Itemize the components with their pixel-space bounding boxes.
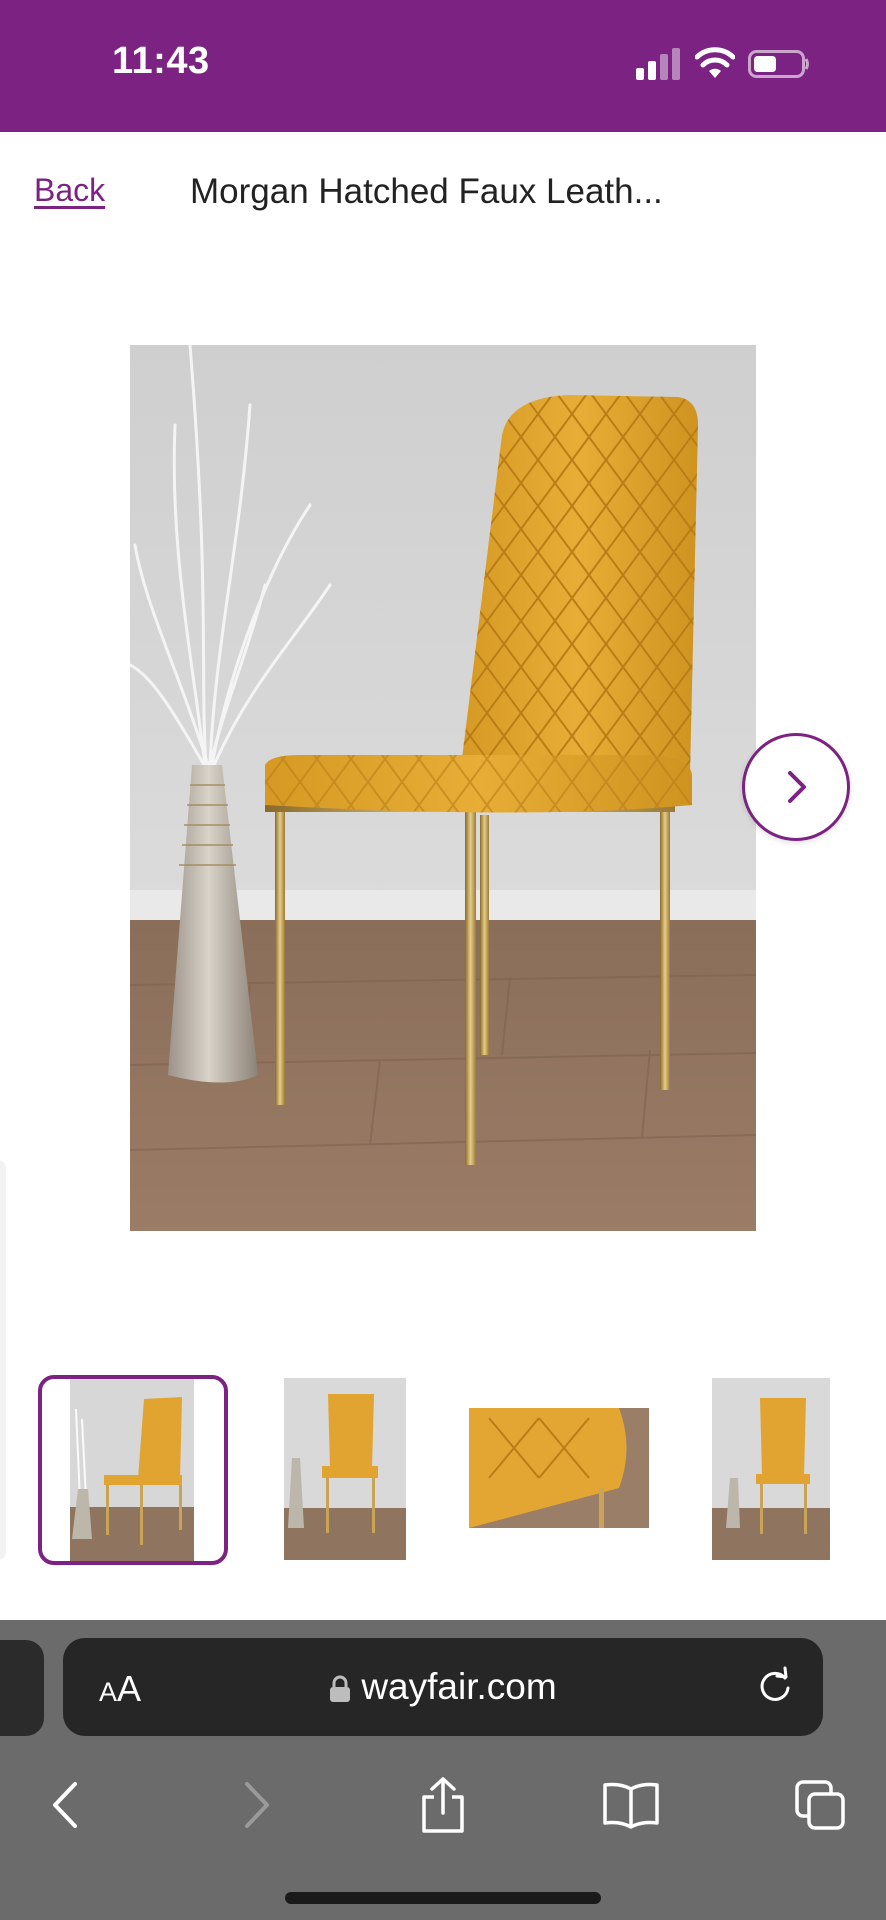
share-icon <box>422 1777 464 1833</box>
tabs-icon <box>795 1780 845 1830</box>
thumbnail-image <box>284 1378 406 1560</box>
thumbnail-4[interactable] <box>712 1378 830 1560</box>
thumbnail-1[interactable] <box>38 1375 228 1565</box>
home-indicator <box>285 1892 601 1904</box>
back-link[interactable]: Back <box>34 172 105 209</box>
next-image-button[interactable] <box>742 733 850 841</box>
wifi-icon <box>695 47 735 78</box>
chevron-right-icon <box>788 771 806 803</box>
forward-arrow-icon <box>245 1782 269 1828</box>
cellular-signal-icon <box>636 48 680 80</box>
page-title: Morgan Hatched Faux Leath... <box>190 172 663 211</box>
reload-icon[interactable] <box>755 1666 795 1706</box>
thumbnail-image <box>712 1378 830 1560</box>
thumbnail-2[interactable] <box>284 1378 406 1560</box>
browser-back-button[interactable] <box>30 1770 100 1840</box>
url-display[interactable]: wayfair.com <box>63 1666 823 1708</box>
bookmarks-button[interactable] <box>596 1770 666 1840</box>
bookmarks-icon <box>603 1782 659 1829</box>
url-text: wayfair.com <box>361 1666 557 1707</box>
browser-forward-button[interactable] <box>222 1770 292 1840</box>
battery-icon <box>748 50 809 78</box>
browser-nav-toolbar <box>0 1770 886 1860</box>
tabs-button[interactable] <box>785 1770 855 1840</box>
thumbnail-3[interactable] <box>469 1408 649 1528</box>
thumbnail-image <box>469 1408 649 1528</box>
status-bar: 11:43 <box>0 0 886 132</box>
address-bar[interactable]: AA wayfair.com <box>63 1638 823 1736</box>
back-arrow-icon <box>53 1782 77 1828</box>
lock-icon <box>330 1675 351 1703</box>
thumbnail-image <box>70 1379 194 1561</box>
main-product-image[interactable] <box>130 345 756 1231</box>
thumbnail-strip <box>0 1370 886 1570</box>
status-time: 11:43 <box>112 40 210 82</box>
share-button[interactable] <box>408 1770 478 1840</box>
chair-photo <box>130 345 756 1231</box>
page-header: Back Morgan Hatched Faux Leath... <box>0 132 886 252</box>
previous-tab-preview[interactable] <box>0 1640 44 1736</box>
browser-toolbar-area: AA wayfair.com <box>0 1620 886 1920</box>
